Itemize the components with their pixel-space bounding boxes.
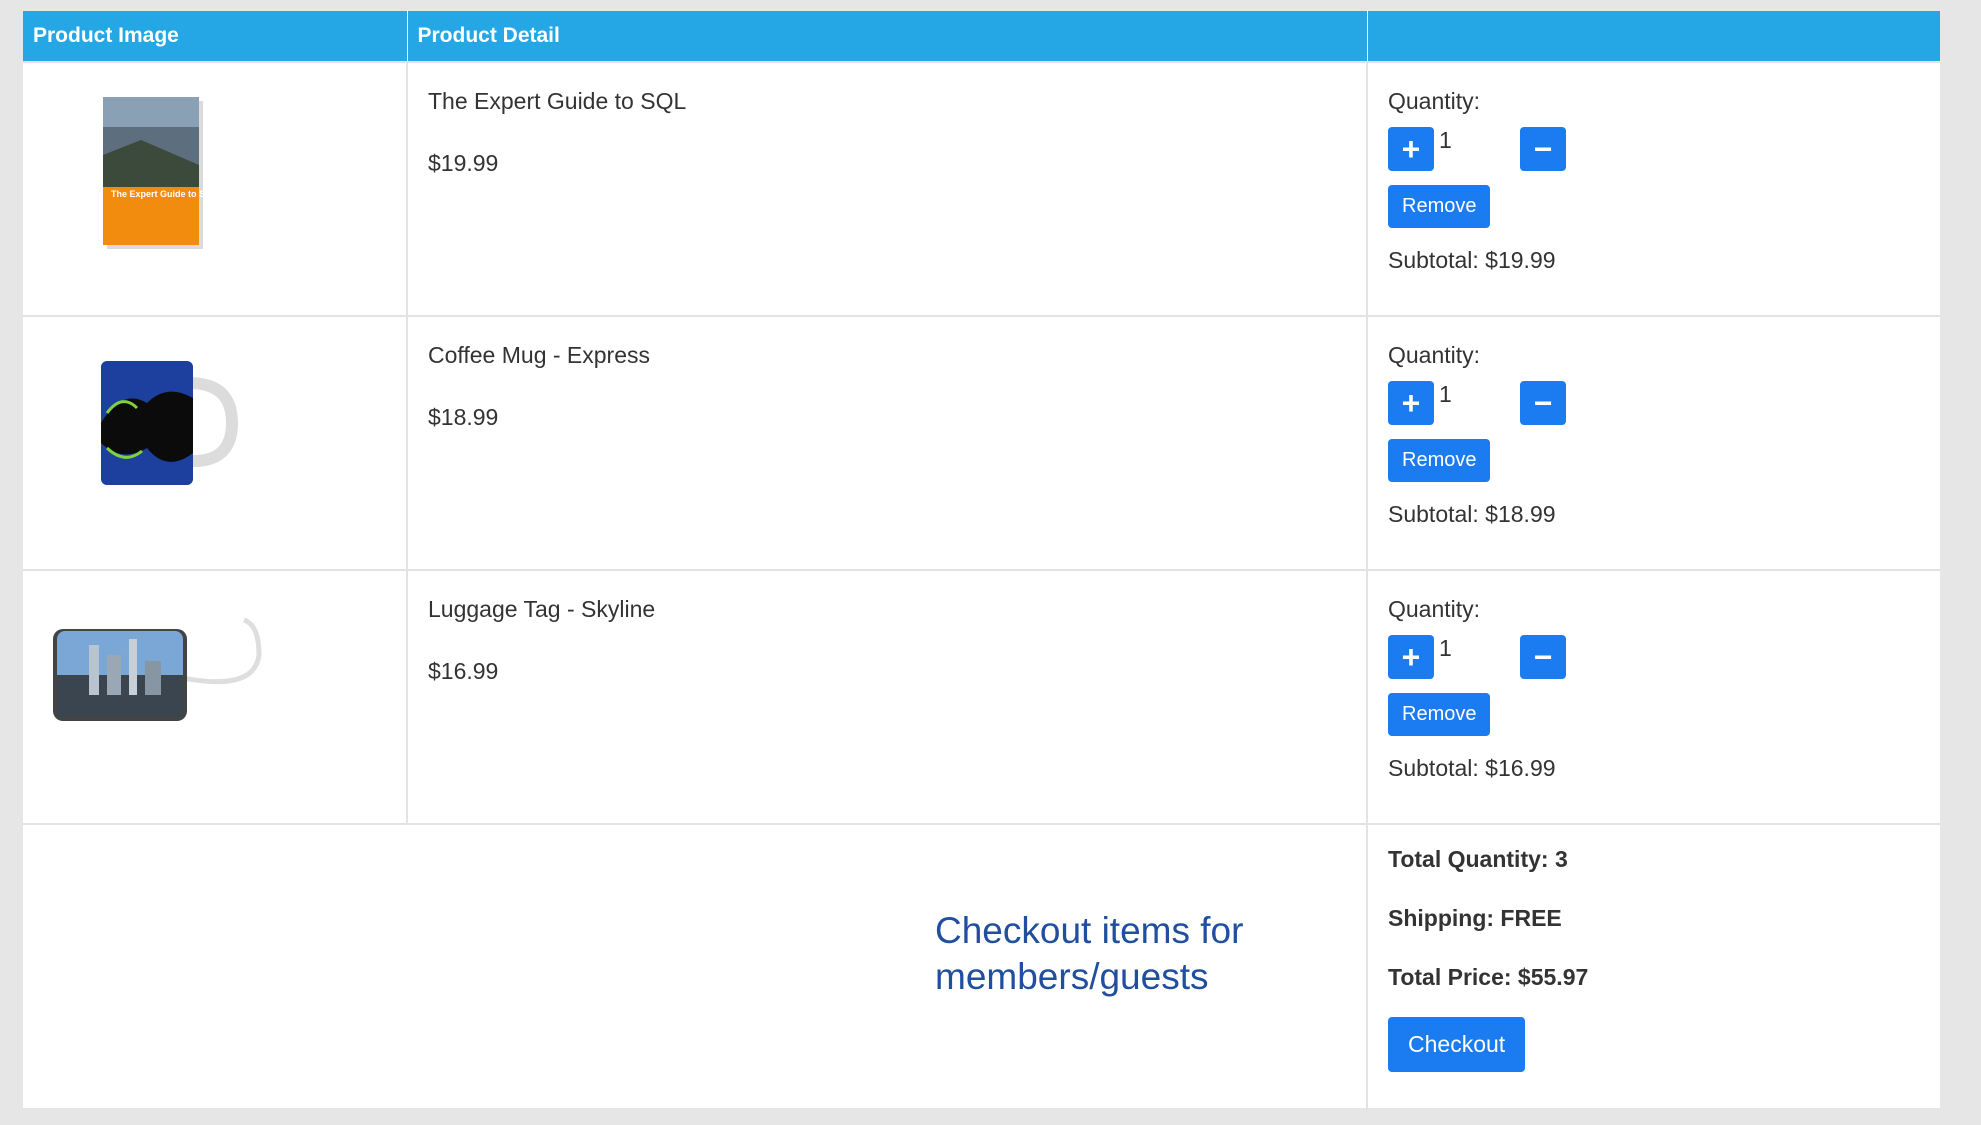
quantity-label: Quantity: — [1388, 88, 1481, 114]
product-image-cell — [23, 569, 408, 824]
product-image-cell: The Expert Guide to SQL — [23, 61, 408, 316]
minus-icon: − — [1533, 131, 1553, 167]
product-image-cell — [23, 315, 408, 570]
table-header-row: Product Image Product Detail — [23, 11, 1940, 62]
quantity-cell: Quantity: + 1 − Remove Subtotal: $18.99 — [1367, 315, 1940, 570]
decrease-quantity-button[interactable]: − — [1520, 381, 1566, 425]
product-name: The Expert Guide to SQL — [428, 88, 687, 114]
plus-icon: + — [1401, 385, 1421, 421]
decrease-quantity-button[interactable]: − — [1520, 635, 1566, 679]
checkout-button[interactable]: Checkout — [1388, 1017, 1526, 1072]
increase-quantity-button[interactable]: + — [1388, 127, 1434, 171]
quantity-value: 1 — [1439, 635, 1452, 661]
quantity-stepper: + 1 − — [1388, 381, 1940, 427]
quantity-label: Quantity: — [1388, 596, 1481, 622]
total-price: Total Price: $55.97 — [1388, 964, 1589, 990]
column-header-product-detail: Product Detail — [407, 11, 1368, 62]
increase-quantity-button[interactable]: + — [1388, 381, 1434, 425]
quantity-stepper: + 1 − — [1388, 635, 1940, 681]
remove-button[interactable]: Remove — [1388, 439, 1491, 482]
total-quantity: Total Quantity: 3 — [1388, 846, 1568, 872]
cart-summary: Total Quantity: 3 Shipping: FREE Total P… — [1367, 823, 1940, 1113]
product-detail-cell: Coffee Mug - Express $18.99 — [407, 315, 1368, 570]
remove-button[interactable]: Remove — [1388, 185, 1491, 228]
quantity-stepper: + 1 − — [1388, 127, 1940, 173]
quantity-value: 1 — [1439, 381, 1452, 407]
product-image-luggage-tag — [53, 617, 262, 721]
item-subtotal: Subtotal: $19.99 — [1388, 247, 1556, 273]
quantity-cell: Quantity: + 1 − Remove Subtotal: $16.99 — [1367, 569, 1940, 824]
product-name: Luggage Tag - Skyline — [428, 596, 656, 622]
product-name: Coffee Mug - Express — [428, 342, 651, 368]
product-image-mug — [101, 361, 239, 485]
column-header-actions — [1367, 11, 1940, 62]
cart-item-row: Luggage Tag - Skyline $16.99 Quantity: +… — [23, 569, 1940, 824]
remove-button[interactable]: Remove — [1388, 693, 1491, 736]
product-price: $19.99 — [428, 150, 499, 176]
summary-empty-cell — [23, 823, 407, 1113]
minus-icon: − — [1533, 385, 1553, 421]
annotation-caption: Checkout items for members/guests — [935, 910, 1244, 997]
plus-icon: + — [1401, 639, 1421, 675]
product-detail-cell: Luggage Tag - Skyline $16.99 — [407, 569, 1368, 824]
product-price: $16.99 — [428, 658, 499, 684]
minus-icon: − — [1533, 639, 1553, 675]
product-detail-cell: The Expert Guide to SQL $19.99 — [407, 61, 1368, 316]
item-subtotal: Subtotal: $16.99 — [1388, 755, 1556, 781]
quantity-label: Quantity: — [1388, 342, 1481, 368]
cart-item-row: The Expert Guide to SQL The Expert Guide… — [23, 61, 1940, 316]
book-cover-title: The Expert Guide to SQL — [111, 189, 211, 199]
shipping-info: Shipping: FREE — [1388, 905, 1562, 931]
increase-quantity-button[interactable]: + — [1388, 635, 1434, 679]
cart-item-row: Coffee Mug - Express $18.99 Quantity: + … — [23, 315, 1940, 570]
plus-icon: + — [1401, 131, 1421, 167]
item-subtotal: Subtotal: $18.99 — [1388, 501, 1556, 527]
quantity-cell: Quantity: + 1 − Remove Subtotal: $19.99 — [1367, 61, 1940, 316]
quantity-value: 1 — [1439, 127, 1452, 153]
decrease-quantity-button[interactable]: − — [1520, 127, 1566, 171]
product-price: $18.99 — [428, 404, 499, 430]
product-image-book: The Expert Guide to SQL — [103, 97, 211, 249]
column-header-product-image: Product Image — [23, 11, 408, 62]
